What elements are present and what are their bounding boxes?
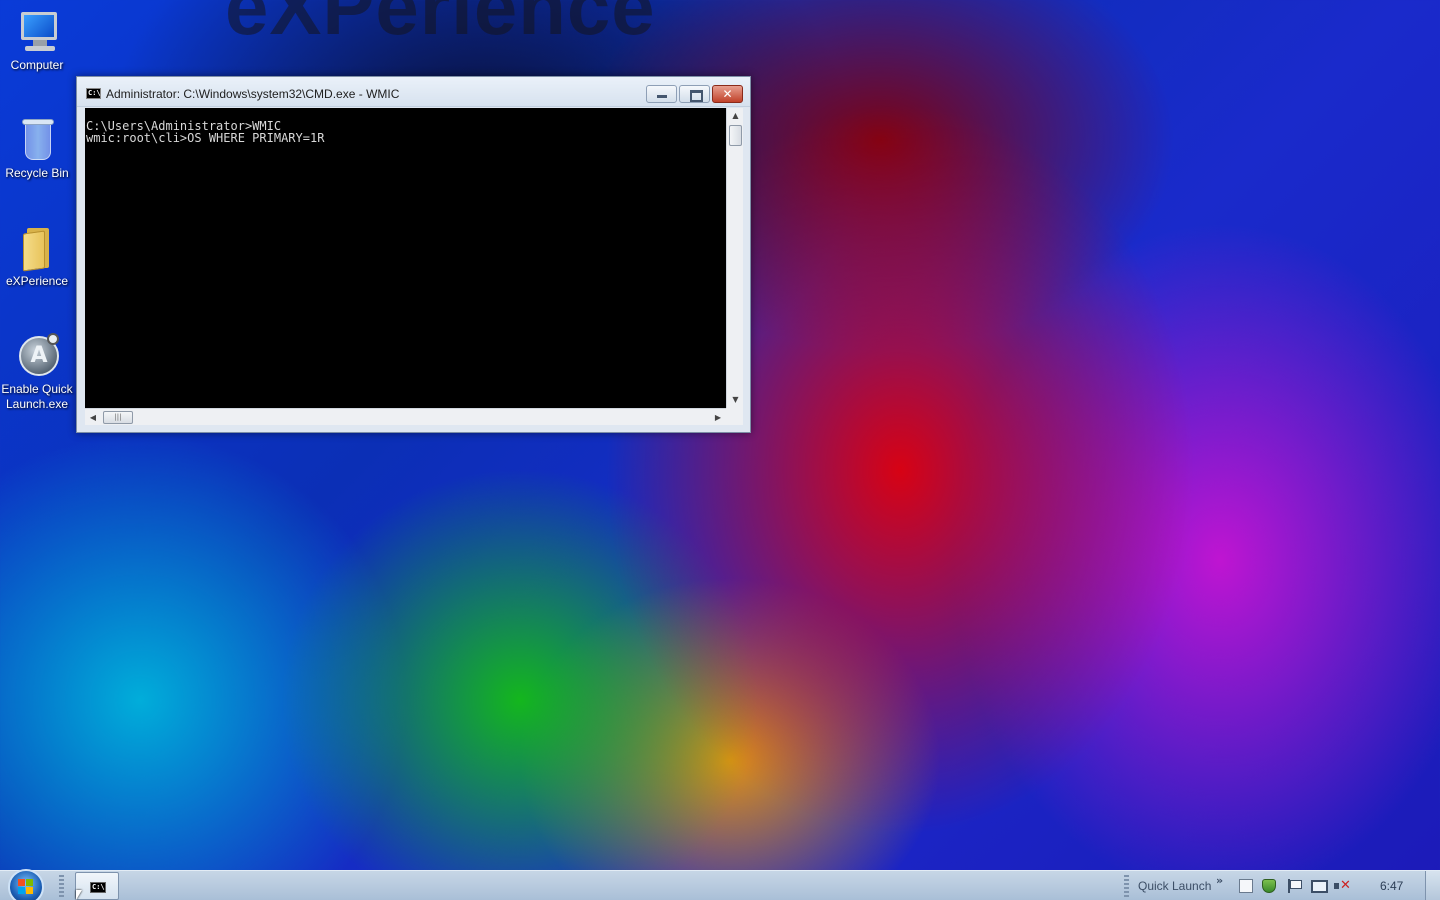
desktop-icon-label: Recycle Bin: [5, 166, 69, 180]
document-icon[interactable]: [1239, 879, 1253, 893]
minimize-button[interactable]: [646, 85, 677, 103]
folder-icon: [13, 224, 61, 272]
desktop-icon-label: eXPerience: [5, 274, 69, 288]
quick-launch-grip[interactable]: [1124, 875, 1129, 897]
horizontal-scrollbar[interactable]: ◀ ||| ▶: [85, 408, 726, 425]
start-button[interactable]: [8, 869, 44, 900]
cmd-icon[interactable]: C:\: [86, 88, 101, 99]
wallpaper-watermark: eXPerience: [225, 0, 656, 51]
show-desktop-button[interactable]: [1425, 871, 1440, 900]
quick-launch-label[interactable]: Quick Launch: [1138, 879, 1211, 893]
window-title: Administrator: C:\Windows\system32\CMD.e…: [106, 87, 400, 101]
desktop-icon-label: Enable Quick Launch.exe: [1, 382, 73, 411]
desktop-icon-label: Computer: [10, 58, 64, 72]
desktop-icon-recycle-bin[interactable]: Recycle Bin: [0, 116, 75, 181]
close-button[interactable]: [712, 85, 743, 103]
taskbar-clock[interactable]: 6:47: [1380, 879, 1403, 893]
recycle-bin-icon: [13, 116, 61, 164]
cmd-window[interactable]: C:\ Administrator: C:\Windows\system32\C…: [76, 76, 751, 433]
desktop-icon-enable-quick-launch[interactable]: Enable Quick Launch.exe: [0, 332, 75, 412]
scroll-right-arrow-icon[interactable]: ▶: [710, 409, 726, 426]
scroll-up-arrow-icon[interactable]: ▲: [727, 108, 744, 124]
taskbar-grip[interactable]: [59, 875, 64, 897]
mouse-cursor-icon: [76, 890, 82, 900]
console-line: wmic:root\cli>OS WHERE PRIMARY=1R: [86, 131, 325, 145]
quick-launch-chevron-icon[interactable]: »: [1216, 874, 1223, 887]
action-center-flag-icon[interactable]: [1287, 879, 1302, 893]
desktop-icon-experience-folder[interactable]: eXPerience: [0, 224, 75, 289]
windows-logo-icon: [18, 879, 34, 895]
window-titlebar[interactable]: C:\ Administrator: C:\Windows\system32\C…: [77, 77, 750, 107]
maximize-button[interactable]: [679, 85, 710, 103]
volume-muted-icon[interactable]: ✕: [1334, 879, 1351, 893]
computer-icon: [13, 8, 61, 56]
scroll-down-arrow-icon[interactable]: ▼: [727, 392, 744, 408]
vertical-scrollbar[interactable]: ▲ ▼: [726, 108, 743, 408]
scroll-left-arrow-icon[interactable]: ◀: [85, 409, 101, 426]
desktop-icon-computer[interactable]: Computer: [0, 8, 75, 73]
security-shield-icon[interactable]: [1262, 879, 1276, 893]
console-output[interactable]: C:\Users\Administrator>WMIC wmic:root\cli…: [85, 108, 726, 408]
vertical-scroll-thumb[interactable]: [729, 125, 742, 146]
resize-grip[interactable]: [726, 408, 743, 425]
horizontal-scroll-thumb[interactable]: |||: [103, 411, 133, 424]
taskbar: C:\ Quick Launch » ✕ 6:47: [0, 869, 1440, 900]
quick-launch-app-icon: [13, 332, 61, 380]
cmd-icon: C:\: [90, 882, 106, 893]
network-icon[interactable]: [1311, 879, 1328, 893]
